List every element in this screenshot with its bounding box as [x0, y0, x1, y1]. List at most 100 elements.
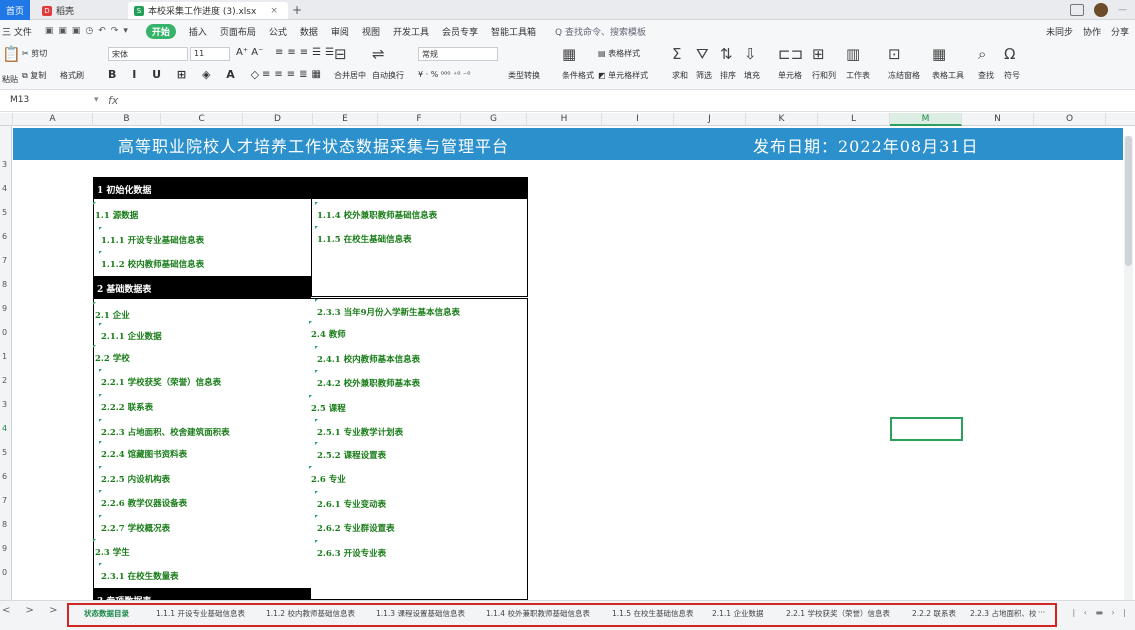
- toc-link[interactable]: 2.4 教师: [309, 321, 346, 340]
- sum-button[interactable]: Σ 求和: [672, 46, 688, 81]
- toc-link[interactable]: 2.1.1 企业数据: [99, 323, 162, 342]
- toc-link[interactable]: 2.6.2 专业群设置表: [315, 515, 395, 534]
- filter-button[interactable]: ⛛ 筛选: [696, 46, 712, 81]
- row-header[interactable]: 7: [0, 496, 12, 505]
- freeze-button[interactable]: ⊡ 冻结窗格: [888, 46, 920, 81]
- selected-cell[interactable]: [890, 417, 963, 441]
- sheet-tab[interactable]: 2.1.1 企业数据: [712, 608, 763, 619]
- row-header[interactable]: 0: [0, 328, 12, 337]
- sort-button[interactable]: ⇅ 排序: [720, 46, 736, 81]
- toc-link[interactable]: 2.5 课程: [309, 395, 346, 414]
- format-painter-button[interactable]: 格式刷: [60, 70, 84, 81]
- sheet-tab[interactable]: 1.1.3 课程设置基础信息表: [376, 608, 465, 619]
- toc-link[interactable]: 2.2.5 内设机构表: [98, 466, 170, 485]
- conditional-format-button[interactable]: ▦ 条件格式: [562, 46, 594, 81]
- merge-button[interactable]: ⊟ 合并居中: [334, 46, 366, 81]
- share-button[interactable]: 分享: [1111, 25, 1129, 38]
- menu-formula[interactable]: 公式: [269, 25, 287, 38]
- row-header[interactable]: 9: [0, 304, 12, 313]
- column-header[interactable]: F: [378, 113, 461, 126]
- rowcol-button[interactable]: ⊞ 行和列: [812, 46, 836, 81]
- file-menu[interactable]: 三 文件: [2, 25, 32, 38]
- font-format-icons[interactable]: B I U ⊞ ◈ A ◇: [108, 68, 265, 81]
- type-convert-button[interactable]: 类型转换: [508, 70, 540, 81]
- copy-button[interactable]: ⧉ 复制: [22, 70, 46, 81]
- toc-link[interactable]: 2.2.6 教学仪器设备表: [98, 490, 187, 509]
- row-header[interactable]: 0: [0, 568, 12, 577]
- close-tab-icon[interactable]: ×: [270, 6, 278, 16]
- avatar[interactable]: [1094, 3, 1108, 17]
- minimize-icon[interactable]: —: [1118, 5, 1127, 15]
- table-style-button[interactable]: ▤ 表格样式: [598, 48, 640, 59]
- toc-link[interactable]: 2.4.1 校内教师基本信息表: [314, 346, 420, 365]
- number-format-select[interactable]: 常规: [418, 47, 498, 61]
- horizontal-scroll-controls[interactable]: | ‹ ▬ › |: [1072, 608, 1129, 617]
- toc-link[interactable]: 2.2.4 馆藏图书资料表: [98, 441, 187, 460]
- toc-link[interactable]: 2.2 学校: [93, 345, 130, 364]
- formula-input[interactable]: [126, 95, 1126, 109]
- number-format-icons[interactable]: ¥ · % ⁰⁰⁰ ⁺⁰ ⁻⁰: [418, 70, 470, 79]
- toc-link[interactable]: 1.1.5 在校生基础信息表: [315, 226, 412, 245]
- column-header[interactable]: L: [818, 113, 890, 126]
- name-box-dropdown-icon[interactable]: ▾: [94, 95, 99, 105]
- toc-link[interactable]: 2.6.3 开设专业表: [314, 540, 386, 559]
- column-header-selected[interactable]: M: [890, 113, 962, 126]
- name-box[interactable]: M13: [10, 95, 90, 109]
- menu-view[interactable]: 视图: [362, 25, 380, 38]
- toc-link[interactable]: 2.2.1 学校获奖（荣誉）信息表: [98, 369, 221, 388]
- find-button[interactable]: ⌕ 查找: [978, 46, 994, 81]
- cell-style-button[interactable]: ◩ 单元格样式: [598, 70, 648, 81]
- sheet-tab-active[interactable]: 状态数据目录: [84, 608, 129, 619]
- toc-link[interactable]: 2.6.1 专业变动表: [314, 491, 386, 510]
- select-all-corner[interactable]: [0, 113, 13, 126]
- row-header[interactable]: 6: [0, 472, 12, 481]
- toc-link[interactable]: 2.2.3 占地面积、校舍建筑面积表: [99, 419, 230, 438]
- new-tab-icon[interactable]: +: [292, 3, 302, 17]
- row-header[interactable]: 4: [0, 184, 12, 193]
- row-header[interactable]: 3: [0, 160, 12, 169]
- sync-status[interactable]: 未同步: [1046, 25, 1073, 38]
- column-header[interactable]: A: [13, 113, 93, 126]
- collaborate-button[interactable]: 协作: [1083, 25, 1101, 38]
- command-search[interactable]: Q 查找命令、搜索模板: [555, 25, 646, 38]
- row-header[interactable]: 7: [0, 256, 12, 265]
- quick-access-icons[interactable]: ▣▣▣◷↶↷▾: [45, 26, 133, 36]
- toc-link[interactable]: 2.2.2 联系表: [98, 394, 153, 413]
- home-tab[interactable]: 首页: [0, 0, 30, 20]
- menu-start[interactable]: 开始: [145, 23, 176, 39]
- toc-link[interactable]: 2.6 专业: [309, 466, 346, 485]
- column-header[interactable]: K: [746, 113, 818, 126]
- sheet-tab[interactable]: 1.1.2 校内教师基础信息表: [266, 608, 355, 619]
- menu-member[interactable]: 会员专享: [442, 25, 478, 38]
- menu-developer[interactable]: 开发工具: [393, 25, 429, 38]
- symbol-button[interactable]: Ω 符号: [1004, 46, 1020, 81]
- toc-link[interactable]: 1.1.1 开设专业基础信息表: [98, 227, 204, 246]
- column-header[interactable]: O: [1034, 113, 1106, 126]
- sheet-tab[interactable]: 1.1.1 开设专业基础信息表: [156, 608, 245, 619]
- font-size-select[interactable]: 11: [190, 47, 230, 61]
- menu-review[interactable]: 审阅: [331, 25, 349, 38]
- wrap-button[interactable]: ⇌ 自动换行: [372, 46, 404, 81]
- toc-link[interactable]: 2.4.2 校外兼职教师基本表: [314, 370, 420, 389]
- sheet-tab[interactable]: 2.2.2 联系表: [912, 608, 956, 619]
- row-header[interactable]: 3: [0, 400, 12, 409]
- column-header[interactable]: D: [243, 113, 313, 126]
- row-header[interactable]: 2: [0, 376, 12, 385]
- layout-icon[interactable]: [1070, 4, 1084, 16]
- template-tab[interactable]: D 稻壳: [36, 2, 126, 19]
- toc-link[interactable]: 2.1 企业: [93, 302, 130, 321]
- row-header[interactable]: 1: [0, 352, 12, 361]
- toc-link[interactable]: 1.1.2 校内教师基础信息表: [98, 251, 204, 270]
- sheet-grid[interactable]: 高等职业院校人才培养工作状态数据采集与管理平台 发布日期：2022年08月31日…: [13, 126, 1123, 600]
- column-header[interactable]: E: [313, 113, 378, 126]
- worksheet-button[interactable]: ▥ 工作表: [846, 46, 870, 81]
- font-grow-icon[interactable]: A⁺ A⁻: [236, 47, 263, 58]
- menu-smart-tools[interactable]: 智能工具箱: [491, 25, 536, 38]
- row-header[interactable]: 5: [0, 208, 12, 217]
- table-tools-button[interactable]: ▦ 表格工具: [932, 46, 964, 81]
- column-header[interactable]: J: [674, 113, 746, 126]
- menu-page-layout[interactable]: 页面布局: [220, 25, 256, 38]
- toc-link[interactable]: 2.2.7 学校概况表: [98, 515, 170, 534]
- vertical-scrollbar[interactable]: [1124, 136, 1133, 606]
- toc-link[interactable]: 2.3.3 当年9月份入学新生基本信息表: [314, 299, 460, 318]
